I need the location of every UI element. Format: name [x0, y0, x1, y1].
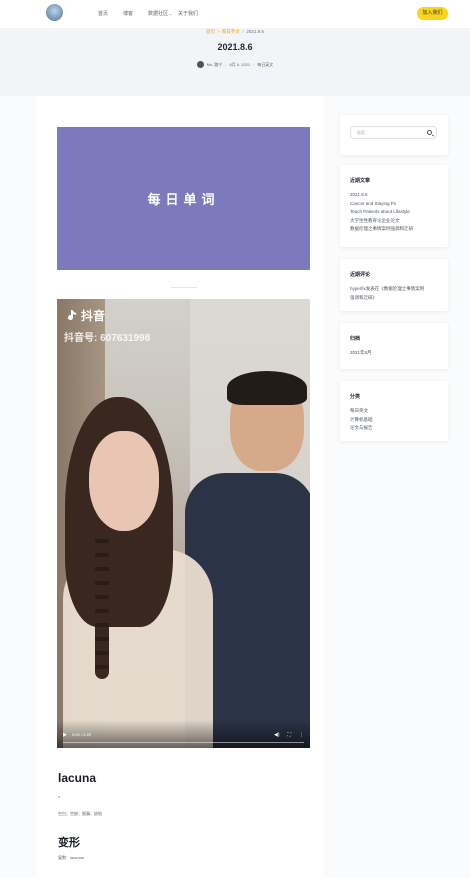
- post-category[interactable]: 每日英文: [257, 62, 273, 68]
- divider: [171, 287, 197, 288]
- word-definition: 空白；空缺；脱漏；缺陷: [58, 811, 102, 816]
- archive-widget: 归档 2021年8月: [340, 323, 448, 369]
- recent-posts-widget: 近期文章 2021.8.6 Cancer and Staying Fit Tea…: [340, 165, 448, 247]
- breadcrumb-category[interactable]: 每日英文: [222, 29, 240, 34]
- list-item[interactable]: Teach Patients about Lifestyle: [350, 208, 413, 217]
- watermark-id: 抖音号: 607631998: [64, 333, 151, 344]
- main-nav: 首页 博客 数据社区⌄ 关于我们: [98, 10, 198, 17]
- post-date: 8月 6, 2021: [229, 61, 251, 67]
- search-widget: 搜索: [340, 115, 448, 155]
- meta-separator: /: [225, 62, 227, 67]
- video-person-hair: [227, 371, 307, 405]
- nav-about[interactable]: 关于我们: [178, 10, 198, 17]
- widget-title: 归档: [350, 336, 361, 342]
- categories-widget: 分类 每日英文 计算机基础 论文与报告: [340, 381, 448, 441]
- widget-title: 近期评论: [350, 272, 371, 278]
- recent-posts-list: 2021.8.6 Cancer and Staying Fit Teach Pa…: [350, 191, 413, 234]
- banner-image: 每日单词: [57, 127, 310, 270]
- breadcrumb-separator: >: [241, 29, 245, 34]
- video-person-face: [89, 431, 159, 531]
- meta-separator: /: [253, 62, 255, 67]
- volume-icon[interactable]: ◀): [274, 732, 280, 738]
- list-item[interactable]: 2021.8.6: [350, 191, 413, 200]
- video-control-icons: ◀) ⛶ ⋮: [274, 732, 304, 738]
- play-icon[interactable]: ▶: [63, 732, 67, 738]
- nav-blog[interactable]: 博客: [123, 10, 148, 17]
- breadcrumb-home[interactable]: 首页: [206, 29, 215, 34]
- breadcrumb: 首页 > 每日英文 >2021.8.6: [0, 29, 470, 35]
- list-item[interactable]: hyperfix发表在《数据伦理之事情案例: [350, 285, 424, 294]
- top-navbar: 首页 博客 数据社区⌄ 关于我们 加入我们: [0, 0, 470, 28]
- breadcrumb-separator: >: [217, 29, 220, 34]
- video-player[interactable]: 抖音 抖音号: 607631998 ▶ 0:00 / 0:25 ◀) ⛶ ⋮: [57, 299, 310, 748]
- watermark-logo: 抖音: [66, 307, 105, 324]
- list-item[interactable]: 强调和迂研》: [350, 294, 424, 303]
- list-item[interactable]: 2021年8月: [350, 349, 372, 358]
- section-heading: 变形: [58, 837, 80, 849]
- list-item[interactable]: 大学生性教育论企业论文: [350, 217, 413, 226]
- recent-comments-widget: 近期评论 hyperfix发表在《数据伦理之事情案例 强调和迂研》: [340, 259, 448, 311]
- list-item[interactable]: 每日英文: [350, 407, 373, 416]
- post-author[interactable]: Ms. 路宁: [207, 62, 223, 68]
- list-item[interactable]: 论文与报告: [350, 424, 373, 433]
- watermark-app: 抖音: [81, 309, 106, 323]
- search-icon[interactable]: [427, 130, 432, 135]
- word-phonetic: n.: [58, 794, 62, 799]
- avatar[interactable]: [196, 61, 204, 68]
- breadcrumb-current: 2021.8.6: [246, 29, 264, 34]
- nav-home[interactable]: 首页: [98, 10, 123, 17]
- word-plural: 复数：lacunae: [58, 855, 85, 860]
- widget-title: 分类: [350, 394, 361, 400]
- video-time: 0:00 / 0:25: [72, 732, 91, 737]
- video-controls: ▶ 0:00 / 0:25 ◀) ⛶ ⋮: [57, 720, 310, 748]
- categories-list: 每日英文 计算机基础 论文与报告: [350, 407, 373, 433]
- banner-text: 每日单词: [147, 193, 220, 208]
- word-heading: lacuna: [58, 771, 97, 785]
- music-note-icon: [68, 310, 77, 321]
- fullscreen-icon[interactable]: ⛶: [287, 732, 291, 738]
- recent-comments-list: hyperfix发表在《数据伦理之事情案例 强调和迂研》: [350, 285, 424, 302]
- video-progress-bar[interactable]: [63, 742, 304, 743]
- list-item[interactable]: 数据伦理之事情案例强调和迂研: [350, 225, 413, 234]
- archive-list: 2021年8月: [350, 349, 372, 358]
- post-meta: Ms. 路宁 / 8月 6, 2021 / 每日英文: [0, 61, 470, 68]
- video-braid: [95, 529, 109, 679]
- search-input[interactable]: 搜索: [350, 126, 437, 139]
- widget-title: 近期文章: [350, 178, 371, 184]
- list-item[interactable]: Cancer and Staying Fit: [350, 200, 413, 209]
- search-placeholder: 搜索: [357, 130, 365, 135]
- nav-community[interactable]: 数据社区⌄: [148, 10, 174, 17]
- list-item[interactable]: 计算机基础: [350, 416, 373, 425]
- site-logo[interactable]: [46, 4, 63, 21]
- nav-community-label: 数据社区: [148, 11, 169, 17]
- join-button[interactable]: 加入我们: [417, 7, 448, 20]
- page-title: 2021.8.6: [217, 42, 253, 52]
- more-icon[interactable]: ⋮: [299, 732, 304, 738]
- chevron-down-icon: ⌄: [169, 11, 173, 16]
